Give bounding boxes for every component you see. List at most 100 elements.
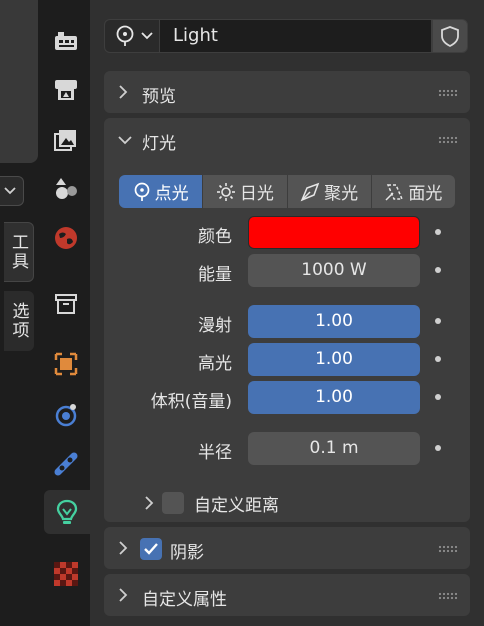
panel-custom-properties: 自定义属性 <box>104 574 470 616</box>
keyframe-dot-icon[interactable] <box>435 267 441 273</box>
specular-label: 高光 <box>198 354 232 374</box>
output-icon <box>54 130 76 151</box>
panel-custom-properties-header[interactable]: 自定义属性 <box>104 574 470 618</box>
tool-settings-icon <box>55 32 77 50</box>
panel-light: 灯光 点光 日光 聚光 面光 颜色 能量 1000 W 漫射 1.00 高光 1… <box>104 118 470 522</box>
light-bulb-icon <box>56 499 78 524</box>
chevron-right-icon <box>119 85 128 99</box>
tab-view-layer[interactable] <box>44 166 88 210</box>
keyframe-dot-icon[interactable] <box>435 394 441 400</box>
radius-field[interactable]: 0.1 m <box>248 432 420 465</box>
sidebar-tab-options-label: 选项 <box>8 302 29 340</box>
light-type-area-label: 面光 <box>408 184 443 204</box>
light-type-selector: 点光 日光 聚光 面光 <box>119 175 455 208</box>
chevron-right-icon <box>145 496 154 510</box>
tab-texture[interactable] <box>44 552 88 596</box>
volume-row: 体积(音量) 1.00 <box>104 381 470 414</box>
constraints-icon <box>54 452 78 476</box>
render-icon <box>55 80 77 100</box>
color-row: 颜色 <box>104 216 470 249</box>
object-icon <box>54 352 78 376</box>
energy-field[interactable]: 1000 W <box>248 254 420 287</box>
light-type-area[interactable]: 面光 <box>371 175 455 208</box>
tab-collection[interactable] <box>44 282 88 326</box>
panel-shadow-header[interactable]: 阴影 <box>104 527 470 571</box>
panel-custom-properties-title: 自定义属性 <box>142 590 227 610</box>
keyframe-dot-icon[interactable] <box>435 229 441 235</box>
light-type-point[interactable]: 点光 <box>119 175 204 208</box>
datablock-name-field[interactable]: Light <box>160 19 432 53</box>
chevron-right-icon <box>119 588 128 602</box>
panel-preview-title: 预览 <box>142 87 176 107</box>
physics-icon <box>55 404 77 427</box>
custom-distance-label: 自定义距离 <box>194 495 279 516</box>
3d-viewport-corner[interactable] <box>0 0 38 163</box>
light-type-point-label: 点光 <box>154 184 189 204</box>
energy-label: 能量 <box>198 265 232 285</box>
checkmark-icon <box>144 543 158 555</box>
panel-preview: 预览 <box>104 71 470 113</box>
area-light-icon <box>385 183 404 201</box>
fake-user-button[interactable] <box>432 19 468 53</box>
panel-shadow-title: 阴影 <box>170 543 204 563</box>
properties-tab-column <box>42 0 90 626</box>
sidebar-tab-options[interactable]: 选项 <box>4 291 34 351</box>
shadow-checkbox[interactable] <box>140 538 162 560</box>
diffuse-label: 漫射 <box>198 316 232 336</box>
properties-editor: Light 预览 灯光 点光 日光 聚光 面光 颜色 能量 1000 W 漫射 … <box>90 0 484 626</box>
shield-icon <box>441 26 459 47</box>
collection-icon <box>55 294 77 314</box>
tab-world[interactable] <box>44 216 88 260</box>
world-icon <box>55 227 77 249</box>
sidebar-tab-tool[interactable]: 工具 <box>4 222 34 282</box>
diffuse-row: 漫射 1.00 <box>104 305 470 338</box>
point-light-icon <box>116 25 134 46</box>
light-type-sun-label: 日光 <box>239 184 274 204</box>
panel-light-header[interactable]: 灯光 <box>104 118 470 162</box>
tab-output[interactable] <box>44 118 88 162</box>
tab-physics[interactable] <box>44 392 88 436</box>
spot-light-icon <box>300 182 320 201</box>
sun-light-icon <box>216 182 235 201</box>
drag-grip-icon[interactable] <box>438 592 458 600</box>
viewport-dropdown-button[interactable] <box>0 176 24 206</box>
drag-grip-icon[interactable] <box>438 545 458 553</box>
chevron-right-icon <box>119 541 128 555</box>
light-type-spot-label: 聚光 <box>324 184 359 204</box>
checker-texture-icon <box>54 562 78 586</box>
sidebar-tab-tool-label: 工具 <box>8 233 28 271</box>
specular-row: 高光 1.00 <box>104 343 470 376</box>
panel-light-title: 灯光 <box>142 134 176 154</box>
chevron-down-icon <box>4 187 16 195</box>
viewport-edge: 工具 选项 <box>0 0 42 626</box>
light-type-spot[interactable]: 聚光 <box>287 175 372 208</box>
point-light-icon <box>134 182 149 201</box>
specular-slider[interactable]: 1.00 <box>248 343 420 376</box>
panel-shadow: 阴影 <box>104 527 470 569</box>
drag-grip-icon[interactable] <box>438 89 458 97</box>
energy-row: 能量 1000 W <box>104 254 470 287</box>
tab-tool-settings[interactable] <box>44 20 88 64</box>
color-swatch[interactable] <box>248 216 420 249</box>
keyframe-dot-icon[interactable] <box>435 445 441 451</box>
tab-render[interactable] <box>44 68 88 112</box>
view-layer-icon <box>56 178 77 199</box>
light-type-browse-button[interactable] <box>104 19 160 53</box>
light-type-sun[interactable]: 日光 <box>203 175 288 208</box>
chevron-down-icon <box>141 32 153 40</box>
tab-light-data[interactable] <box>44 490 90 534</box>
radius-row: 半径 0.1 m <box>104 432 470 465</box>
tab-object[interactable] <box>44 342 88 386</box>
custom-distance-checkbox[interactable] <box>162 492 184 514</box>
keyframe-dot-icon[interactable] <box>435 318 441 324</box>
radius-label: 半径 <box>198 443 232 463</box>
color-label: 颜色 <box>198 227 232 247</box>
tab-constraints[interactable] <box>44 442 88 486</box>
keyframe-dot-icon[interactable] <box>435 356 441 362</box>
diffuse-slider[interactable]: 1.00 <box>248 305 420 338</box>
volume-slider[interactable]: 1.00 <box>248 381 420 414</box>
panel-preview-header[interactable]: 预览 <box>104 71 470 115</box>
custom-distance-subpanel[interactable]: 自定义距离 <box>144 490 279 516</box>
chevron-down-icon <box>118 136 132 145</box>
drag-grip-icon[interactable] <box>438 136 458 144</box>
